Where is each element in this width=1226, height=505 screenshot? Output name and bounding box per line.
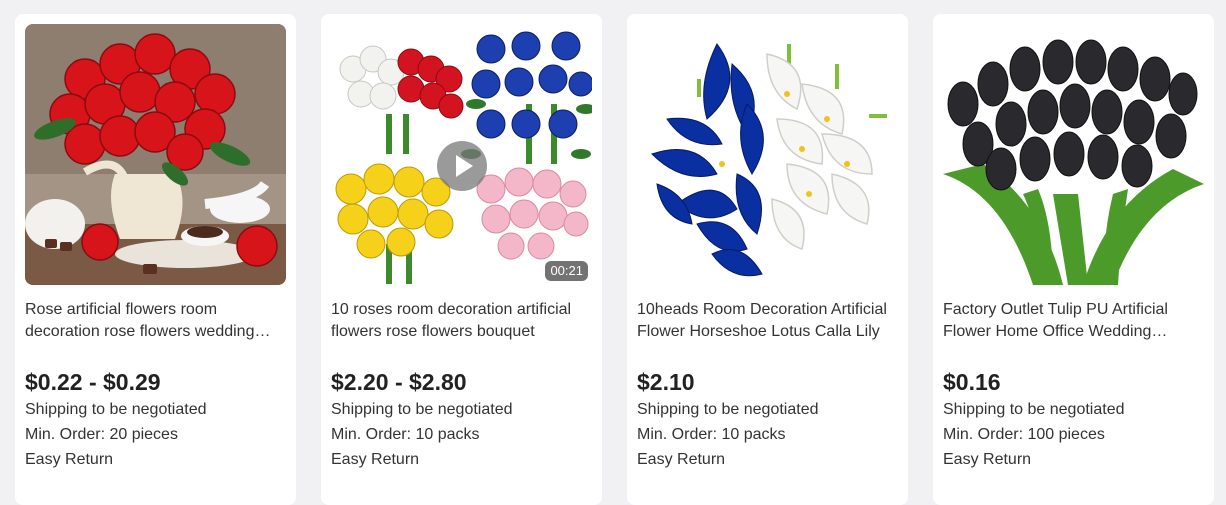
shipping-info: Shipping to be negotiated xyxy=(331,401,513,418)
product-title[interactable]: 10heads Room Decoration Artificial Flowe… xyxy=(637,299,898,343)
shipping-info: Shipping to be negotiated xyxy=(25,401,207,418)
easy-return-label: Easy Return xyxy=(943,451,1032,468)
product-price: $2.20 - $2.80 xyxy=(331,369,467,395)
easy-return-label: Easy Return xyxy=(25,451,114,468)
min-order: Min. Order: 10 packs xyxy=(331,426,480,443)
product-title[interactable]: Rose artificial flowers room decoration … xyxy=(25,299,286,343)
product-price: $0.22 - $0.29 xyxy=(25,369,161,395)
product-title[interactable]: 10 roses room decoration artificial flow… xyxy=(331,299,592,343)
min-order: Min. Order: 20 pieces xyxy=(25,426,178,443)
min-order: Min. Order: 100 pieces xyxy=(943,426,1105,443)
product-grid: Rose artificial flowers room decoration … xyxy=(15,14,1215,505)
product-card[interactable]: 00:21 10 roses room decoration artificia… xyxy=(321,14,602,505)
shipping-info: Shipping to be negotiated xyxy=(943,401,1125,418)
product-title[interactable]: Factory Outlet Tulip PU Artificial Flowe… xyxy=(943,299,1204,343)
shipping-info: Shipping to be negotiated xyxy=(637,401,819,418)
product-price: $0.16 xyxy=(943,369,1001,395)
product-card[interactable]: Factory Outlet Tulip PU Artificial Flowe… xyxy=(933,14,1214,505)
easy-return-label: Easy Return xyxy=(637,451,726,468)
product-card[interactable]: Rose artificial flowers room decoration … xyxy=(15,14,296,505)
product-image[interactable] xyxy=(943,24,1204,285)
video-duration-badge: 00:21 xyxy=(545,261,588,281)
product-image[interactable] xyxy=(25,24,286,285)
play-video-icon[interactable] xyxy=(437,141,487,191)
product-image[interactable]: 00:21 xyxy=(331,24,592,285)
product-card[interactable]: 10heads Room Decoration Artificial Flowe… xyxy=(627,14,908,505)
easy-return-label: Easy Return xyxy=(331,451,420,468)
product-price: $2.10 xyxy=(637,369,695,395)
product-image[interactable] xyxy=(637,24,898,285)
min-order: Min. Order: 10 packs xyxy=(637,426,786,443)
